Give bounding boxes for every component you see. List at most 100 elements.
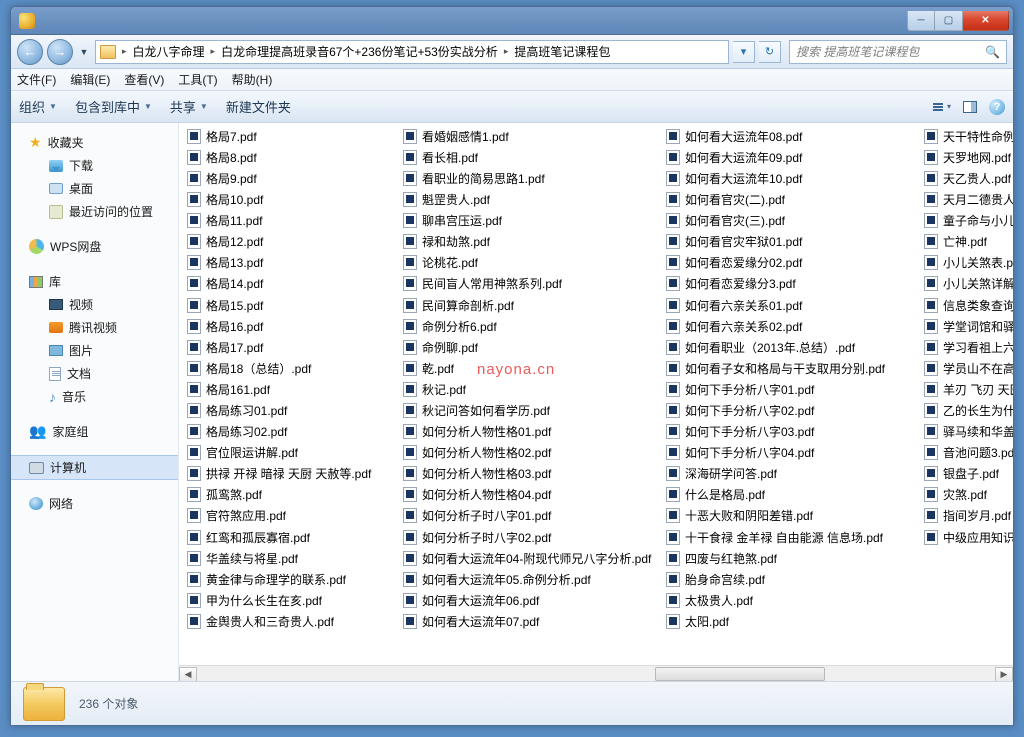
file-item[interactable]: 胎身命宫续.pdf [666,570,914,589]
file-item[interactable]: 太阳.pdf [666,612,914,631]
preview-pane-button[interactable] [963,101,977,113]
file-item[interactable]: 如何分析人物性格02.pdf [403,443,656,462]
sidebar-wps[interactable]: WPS网盘 [11,235,178,258]
sidebar-libraries[interactable]: 库 [11,270,178,293]
file-item[interactable]: 如何看恋爱缘分3.pdf [666,275,914,294]
file-item[interactable]: 格局10.pdf [187,190,393,209]
file-item[interactable]: 秋记问答如何看学历.pdf [403,401,656,420]
file-item[interactable]: 亡神.pdf [924,232,1013,251]
file-item[interactable]: 格局13.pdf [187,254,393,273]
view-mode-button[interactable]: ▾ [933,102,951,111]
minimize-button[interactable]: ─ [907,11,935,31]
file-item[interactable]: 如何看大运流年07.pdf [403,612,656,631]
sidebar-music[interactable]: ♪音乐 [11,385,178,408]
sidebar-tencent-video[interactable]: 腾讯视频 [11,316,178,339]
file-item[interactable]: 金舆贵人和三奇贵人.pdf [187,612,393,631]
file-item[interactable]: 如何看职业（2013年.总结）.pdf [666,338,914,357]
breadcrumb-1[interactable]: 白龙八字命理 [133,43,205,60]
file-item[interactable]: 学堂词馆和驿马. [924,317,1013,336]
close-button[interactable]: ✕ [963,11,1009,31]
file-item[interactable]: 太极贵人.pdf [666,591,914,610]
file-item[interactable]: 如何下手分析八字03.pdf [666,422,914,441]
scroll-thumb[interactable] [655,667,825,681]
sidebar-pictures[interactable]: 图片 [11,339,178,362]
include-in-library-button[interactable]: 包含到库中▼ [75,97,152,116]
file-item[interactable]: 小儿关煞表.pdf [924,254,1013,273]
file-item[interactable]: 十干食禄 金羊禄 自由能源 信息场.pdf [666,528,914,547]
file-item[interactable]: 天乙贵人.pdf [924,169,1013,188]
file-item[interactable]: 拱禄 开禄 暗禄 天厨 天赦等.pdf [187,465,393,484]
file-item[interactable]: 官位限运讲解.pdf [187,443,393,462]
file-item[interactable]: 如何看官灾(二).pdf [666,190,914,209]
file-item[interactable]: 格局9.pdf [187,169,393,188]
file-item[interactable]: 驿马续和华盖.pd [924,422,1013,441]
file-item[interactable]: 格局18（总结）.pdf [187,359,393,378]
file-item[interactable]: 如何看大运流年05.命例分析.pdf [403,570,656,589]
file-item[interactable]: 格局练习01.pdf [187,401,393,420]
address-bar[interactable]: ▸ 白龙八字命理 ▸ 白龙命理提高班录音67个+236份笔记+53份实战分析 ▸… [95,40,729,64]
menu-tools[interactable]: 工具(T) [178,71,217,88]
file-item[interactable]: 学习看祖上六亲的 [924,338,1013,357]
file-item[interactable]: 格局12.pdf [187,232,393,251]
file-item[interactable]: 民间盲人常用神煞系列.pdf [403,275,656,294]
forward-button[interactable]: → [47,39,73,65]
file-item[interactable]: 什么是格局.pdf [666,486,914,505]
file-item[interactable]: 格局16.pdf [187,317,393,336]
file-item[interactable]: 如何看子女和格局与干支取用分别.pdf [666,359,914,378]
menu-edit[interactable]: 编辑(E) [70,71,110,88]
sidebar-homegroup[interactable]: 👥家庭组 [11,420,178,443]
file-item[interactable]: 四废与红艳煞.pdf [666,549,914,568]
file-item[interactable]: 灾煞.pdf [924,486,1013,505]
file-item[interactable]: 小儿关煞详解.pd [924,275,1013,294]
file-item[interactable]: 红鸾和孤辰寡宿.pdf [187,528,393,547]
file-item[interactable]: 如何分析子时八字02.pdf [403,528,656,547]
file-item[interactable]: 孤鸾煞.pdf [187,486,393,505]
file-item[interactable]: 民间算命剖析.pdf [403,296,656,315]
menu-view[interactable]: 查看(V) [124,71,164,88]
file-item[interactable]: 十恶大败和阴阳差错.pdf [666,507,914,526]
file-item[interactable]: 如何看官灾牢狱01.pdf [666,232,914,251]
file-item[interactable]: 学员山不在高问题 [924,359,1013,378]
sidebar-recent[interactable]: 最近访问的位置 [11,200,178,223]
addr-dropdown[interactable]: ▾ [733,41,755,63]
file-item[interactable]: 命例聊.pdf [403,338,656,357]
file-item[interactable]: 如何看大运流年04-附现代师兄八字分析.pdf [403,549,656,568]
sidebar-network[interactable]: 网络 [11,492,178,515]
help-button[interactable]: ? [989,99,1005,115]
sidebar-computer[interactable]: 计算机 [11,455,178,480]
menu-help[interactable]: 帮助(H) [232,71,273,88]
file-item[interactable]: 如何分析人物性格04.pdf [403,486,656,505]
back-button[interactable]: ← [17,39,43,65]
file-item[interactable]: 论桃花.pdf [403,254,656,273]
file-item[interactable]: 乾.pdf [403,359,656,378]
file-item[interactable]: 格局161.pdf [187,380,393,399]
file-item[interactable]: 童子命与小儿关 [924,211,1013,230]
file-item[interactable]: 天干特性命例分析 [924,127,1013,146]
file-item[interactable]: 魁罡贵人.pdf [403,190,656,209]
menu-file[interactable]: 文件(F) [17,71,56,88]
file-item[interactable]: 格局17.pdf [187,338,393,357]
file-item[interactable]: 看长相.pdf [403,148,656,167]
file-item[interactable]: 如何看大运流年09.pdf [666,148,914,167]
file-item[interactable]: 禄和劫煞.pdf [403,232,656,251]
file-item[interactable]: 中级应用知识课程 [924,528,1013,547]
file-item[interactable]: 如何下手分析八字04.pdf [666,443,914,462]
file-item[interactable]: 深海研学问答.pdf [666,465,914,484]
organize-button[interactable]: 组织▼ [19,97,57,116]
share-button[interactable]: 共享▼ [170,97,208,116]
file-item[interactable]: 官符煞应用.pdf [187,507,393,526]
breadcrumb-3[interactable]: 提高班笔记课程包 [514,43,610,60]
file-item[interactable]: 信息类象查询用. [924,296,1013,315]
refresh-button[interactable]: ↻ [759,41,781,63]
file-item[interactable]: 如何看官灾(三).pdf [666,211,914,230]
file-item[interactable]: 羊刃 飞刃 天医.p [924,380,1013,399]
file-item[interactable]: 格局练习02.pdf [187,422,393,441]
new-folder-button[interactable]: 新建文件夹 [226,97,291,116]
file-item[interactable]: 天罗地网.pdf [924,148,1013,167]
history-dropdown[interactable]: ▼ [77,39,91,65]
file-item[interactable]: 格局14.pdf [187,275,393,294]
file-item[interactable]: 华盖续与将星.pdf [187,549,393,568]
maximize-button[interactable]: ▢ [935,11,963,31]
file-item[interactable]: 聊串宫压运.pdf [403,211,656,230]
file-item[interactable]: 如何看六亲关系02.pdf [666,317,914,336]
